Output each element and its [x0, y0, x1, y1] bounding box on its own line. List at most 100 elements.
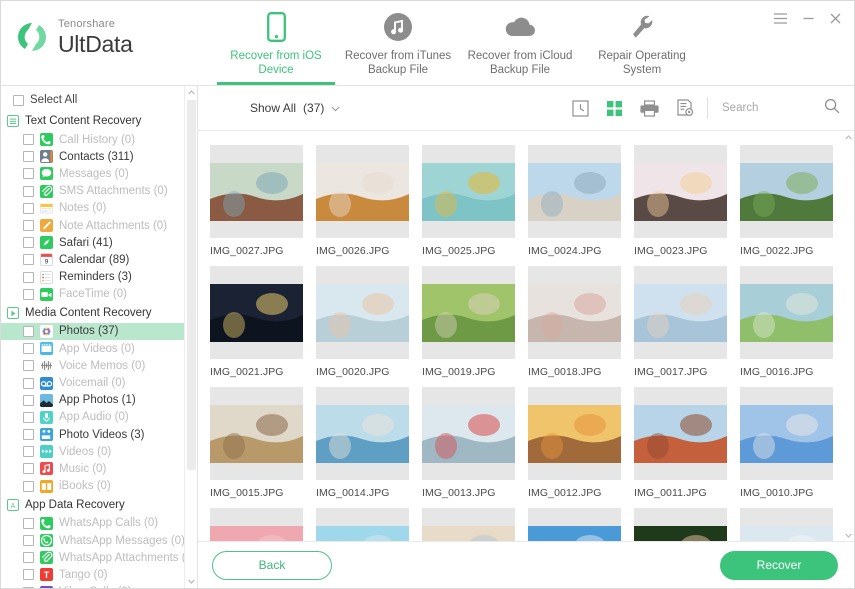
photo-thumbnail[interactable]: [740, 266, 833, 359]
sidebar-item[interactable]: Photos (37): [1, 322, 184, 341]
select-all-row[interactable]: Select All: [1, 89, 197, 111]
grid-scroll-up-icon[interactable]: [842, 131, 854, 143]
photo-grid-item[interactable]: IMG_0019.JPG: [422, 266, 528, 378]
photo-thumbnail[interactable]: [422, 508, 515, 541]
photo-thumbnail[interactable]: [634, 145, 727, 238]
sidebar-item-checkbox[interactable]: [23, 134, 34, 146]
tab-recover-from-icloud-backup[interactable]: Recover from iCloud Backup File: [459, 1, 581, 85]
sidebar-item-checkbox[interactable]: [23, 446, 34, 458]
photo-thumbnail[interactable]: [634, 266, 727, 359]
photo-grid-item[interactable]: IMG_0015.JPG: [210, 387, 316, 499]
sidebar-item-checkbox[interactable]: [23, 429, 34, 441]
scroll-down-icon[interactable]: [185, 575, 197, 588]
photo-grid-item[interactable]: IMG_0010.JPG: [740, 387, 846, 499]
menu-icon[interactable]: [773, 12, 788, 25]
sidebar-item-checkbox[interactable]: [23, 185, 34, 197]
tab-repair-operating-system[interactable]: Repair Operating System: [581, 1, 703, 85]
sidebar-item-checkbox[interactable]: [23, 377, 34, 389]
sidebar-item-checkbox[interactable]: [23, 288, 34, 300]
sidebar-item[interactable]: WhatsApp Messages (0): [1, 532, 185, 549]
sidebar-item[interactable]: Notes (0): [1, 200, 184, 217]
photo-thumbnail[interactable]: [210, 266, 303, 359]
select-all-checkbox[interactable]: [13, 94, 24, 106]
sidebar-item-checkbox[interactable]: [23, 569, 34, 581]
sidebar-item-checkbox[interactable]: [23, 220, 34, 232]
photo-grid-item[interactable]: IMG_0023.JPG: [634, 145, 740, 257]
grid-scrollbar[interactable]: [842, 131, 854, 541]
photo-grid-item[interactable]: IMG_0014.JPG: [316, 387, 422, 499]
sidebar-item[interactable]: App Photos (1): [1, 392, 184, 409]
sidebar-scroll-thumb[interactable]: [187, 100, 196, 470]
photo-thumbnail[interactable]: [528, 145, 621, 238]
export-settings-icon[interactable]: [676, 99, 694, 117]
timeline-view-icon[interactable]: [572, 99, 589, 117]
sidebar-item[interactable]: Call History (0): [1, 131, 184, 148]
photo-thumbnail[interactable]: [210, 508, 303, 541]
sidebar-item-checkbox[interactable]: [23, 463, 34, 475]
sidebar-item-checkbox[interactable]: [23, 343, 34, 355]
photo-grid-item[interactable]: IMG_0016.JPG: [740, 266, 846, 378]
sidebar-item-checkbox[interactable]: [23, 254, 34, 266]
sidebar-item[interactable]: App Audio (0): [1, 409, 184, 426]
sidebar-item[interactable]: 9 Calendar (89): [1, 251, 184, 268]
photo-thumbnail[interactable]: [316, 145, 409, 238]
photo-grid-item[interactable]: IMG_0026.JPG: [316, 145, 422, 257]
sidebar-item-checkbox[interactable]: [23, 394, 34, 406]
photo-thumbnail[interactable]: [422, 266, 515, 359]
sidebar-item-checkbox[interactable]: [23, 151, 34, 163]
sidebar-item[interactable]: Videos (0): [1, 443, 184, 460]
photo-thumbnail[interactable]: [528, 508, 621, 541]
photo-grid-item[interactable]: [422, 508, 528, 541]
sidebar-item[interactable]: Photo Videos (3): [1, 426, 184, 443]
sidebar-item[interactable]: SMS Attachments (0): [1, 183, 184, 200]
sidebar-item-checkbox[interactable]: [23, 517, 34, 529]
sidebar-item-checkbox[interactable]: [23, 552, 34, 564]
sidebar-item-checkbox[interactable]: [23, 586, 34, 588]
sidebar-item-checkbox[interactable]: [23, 271, 34, 283]
tab-recover-from-ios-device[interactable]: Recover from iOS Device: [215, 1, 337, 85]
photo-grid-item[interactable]: IMG_0017.JPG: [634, 266, 740, 378]
photo-thumbnail[interactable]: [528, 387, 621, 480]
photo-grid-item[interactable]: IMG_0013.JPG: [422, 387, 528, 499]
sidebar-item[interactable]: Note Attachments (0): [1, 217, 184, 234]
sidebar-item[interactable]: Reminders (3): [1, 269, 184, 286]
sidebar-item[interactable]: Voice Memos (0): [1, 357, 184, 374]
sidebar-item-checkbox[interactable]: [23, 168, 34, 180]
sidebar-section-header[interactable]: A App Data Recovery: [1, 495, 184, 515]
sidebar-item[interactable]: T Tango (0): [1, 566, 184, 583]
photo-thumbnail[interactable]: [740, 145, 833, 238]
sidebar-item[interactable]: Messages (0): [1, 165, 184, 182]
photo-grid-item[interactable]: IMG_0011.JPG: [634, 387, 740, 499]
sidebar-item-checkbox[interactable]: [23, 411, 34, 423]
sidebar-item[interactable]: Contacts (311): [1, 148, 184, 165]
photo-grid-item[interactable]: IMG_0020.JPG: [316, 266, 422, 378]
photo-grid-item[interactable]: [740, 508, 846, 541]
photo-thumbnail[interactable]: [210, 145, 303, 238]
sidebar-item[interactable]: Viber Calls (0): [1, 584, 184, 588]
photo-thumbnail[interactable]: [740, 387, 833, 480]
photo-grid-item[interactable]: [634, 508, 740, 541]
photo-thumbnail[interactable]: [316, 508, 409, 541]
photo-grid-item[interactable]: [528, 508, 634, 541]
search-box[interactable]: [722, 98, 840, 119]
print-icon[interactable]: [640, 99, 659, 117]
photo-grid-item[interactable]: IMG_0018.JPG: [528, 266, 634, 378]
sidebar-item-checkbox[interactable]: [23, 325, 34, 337]
sidebar-item-checkbox[interactable]: [23, 535, 34, 547]
photo-grid-item[interactable]: IMG_0025.JPG: [422, 145, 528, 257]
sidebar-item[interactable]: Voicemail (0): [1, 374, 184, 391]
sidebar-item[interactable]: Music (0): [1, 460, 184, 477]
sidebar-item[interactable]: iBooks (0): [1, 478, 184, 495]
sidebar-item[interactable]: WhatsApp Calls (0): [1, 515, 184, 532]
sidebar-item[interactable]: WhatsApp Attachments (0): [1, 549, 196, 566]
photo-thumbnail[interactable]: [422, 145, 515, 238]
recover-button[interactable]: Recover: [720, 550, 838, 580]
sidebar-scrollbar[interactable]: [184, 86, 197, 588]
sidebar-item-checkbox[interactable]: [23, 202, 34, 214]
sidebar-item[interactable]: FaceTime (0): [1, 286, 184, 303]
photo-thumbnail[interactable]: [210, 387, 303, 480]
scroll-up-icon[interactable]: [185, 86, 197, 99]
photo-grid-item[interactable]: IMG_0021.JPG: [210, 266, 316, 378]
close-icon[interactable]: [829, 12, 842, 25]
tab-recover-from-itunes-backup[interactable]: Recover from iTunes Backup File: [337, 1, 459, 85]
